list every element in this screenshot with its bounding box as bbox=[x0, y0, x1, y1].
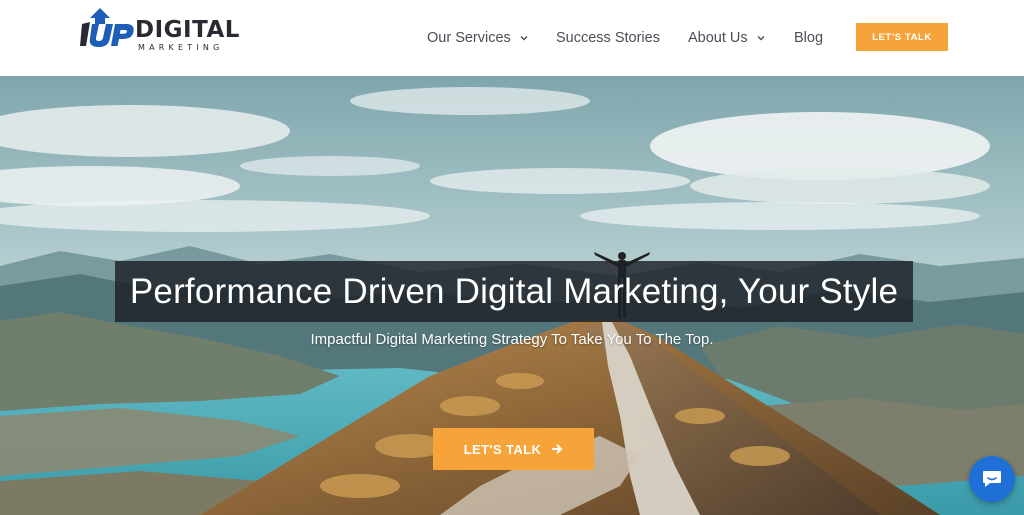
logo-mark-icon bbox=[80, 8, 134, 47]
site-logo[interactable]: DIGITAL MARKETING bbox=[80, 6, 240, 56]
hero-section: Performance Driven Digital Marketing, Yo… bbox=[0, 76, 1024, 515]
nav-item-success-stories[interactable]: Success Stories bbox=[556, 29, 660, 47]
nav-item-our-services[interactable]: Our Services bbox=[427, 29, 529, 47]
logo-subtitle: MARKETING bbox=[138, 43, 224, 52]
header-lets-talk-button[interactable]: LET'S TALK bbox=[856, 23, 948, 51]
logo-wordmark: DIGITAL bbox=[135, 17, 240, 43]
chat-bubble-icon bbox=[983, 471, 1001, 487]
site-header: DIGITAL MARKETING Our Services Success S… bbox=[0, 0, 1024, 76]
nav-label: Blog bbox=[794, 30, 824, 46]
chat-widget-button[interactable] bbox=[969, 456, 1015, 502]
hero-cta-label: LET'S TALK bbox=[463, 441, 542, 457]
nav-label: Our Services bbox=[427, 30, 511, 46]
nav-item-blog[interactable]: Blog bbox=[794, 29, 823, 47]
nav-label: About Us bbox=[688, 30, 748, 46]
arrow-right-icon bbox=[552, 444, 563, 454]
chevron-down-icon bbox=[757, 36, 765, 41]
nav-label: Success Stories bbox=[556, 30, 660, 46]
chevron-down-icon bbox=[520, 36, 528, 41]
hero-subheadline: Impactful Digital Marketing Strategy To … bbox=[310, 331, 714, 348]
hero-headline-box: Performance Driven Digital Marketing, Yo… bbox=[115, 261, 913, 322]
hero-lets-talk-button[interactable]: LET'S TALK bbox=[433, 428, 594, 470]
hero-headline: Performance Driven Digital Marketing, Yo… bbox=[129, 271, 899, 311]
nav-item-about-us[interactable]: About Us bbox=[688, 29, 766, 47]
